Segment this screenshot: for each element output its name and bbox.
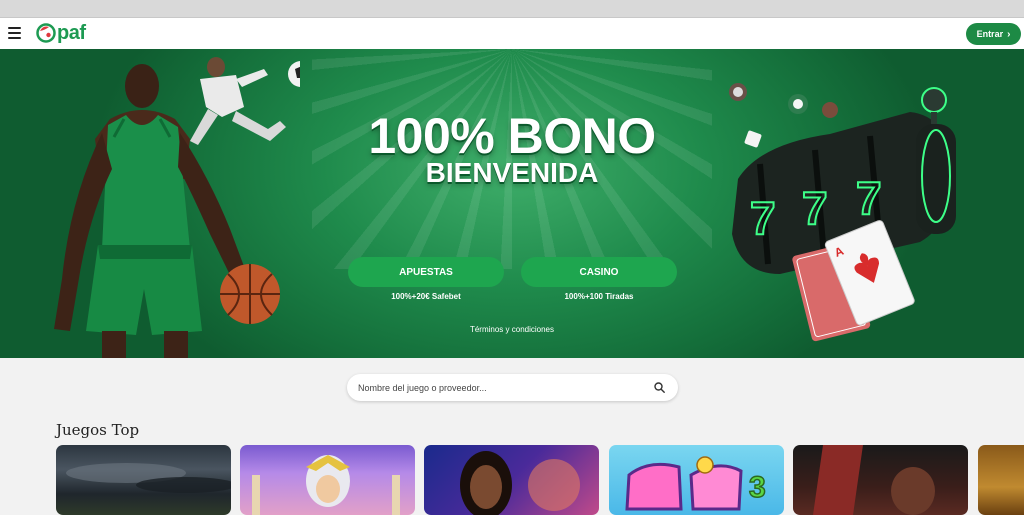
hamburger-menu-icon[interactable]: [8, 27, 21, 39]
apuestas-offer-text: 100%+20€ Safebet: [391, 292, 461, 301]
game-search-bar[interactable]: [347, 374, 678, 401]
slot-machine-illustration: 7 7 7 A: [729, 83, 956, 342]
svg-text:7: 7: [856, 172, 882, 224]
browser-top-strip: [0, 0, 1024, 18]
svg-text:7: 7: [802, 182, 828, 234]
top-games-heading: Juegos Top: [56, 421, 140, 439]
site-header: paf Entrar ›: [0, 18, 1024, 49]
game-tile-5[interactable]: [793, 445, 968, 515]
casino-offer-text: 100%+100 Tiradas: [564, 292, 634, 301]
svg-text:7: 7: [750, 192, 776, 244]
game-tile-1[interactable]: [56, 445, 231, 515]
terms-link[interactable]: Términos y condiciones: [0, 325, 1024, 334]
game-tile-1-art: [66, 463, 231, 493]
apuestas-button[interactable]: APUESTAS: [348, 257, 504, 287]
search-icon[interactable]: [654, 382, 665, 393]
enter-button[interactable]: Entrar ›: [966, 23, 1021, 45]
welcome-bonus-banner[interactable]: 100% BONO BIENVENIDA 7 7 7 A APUESTAS 10…: [0, 49, 1024, 358]
basketball-player-illustration: [54, 57, 300, 358]
svg-text:3: 3: [749, 471, 766, 504]
paf-logo-icon: [36, 23, 56, 43]
casino-button[interactable]: CASINO: [521, 257, 677, 287]
logo-text: paf: [57, 22, 86, 44]
chevron-right-icon: ›: [1007, 28, 1011, 40]
game-tile-4-art: 3: [625, 456, 766, 511]
game-tile-2[interactable]: [240, 445, 415, 515]
search-input[interactable]: [347, 382, 637, 393]
paf-logo[interactable]: paf: [36, 23, 86, 43]
game-tile-3-art: [460, 451, 580, 515]
game-tile-2-art: [252, 455, 400, 515]
game-tile-6[interactable]: [978, 445, 1024, 515]
game-tile-4[interactable]: 3: [609, 445, 784, 515]
game-tile-5-art: [813, 445, 935, 515]
game-tile-3[interactable]: [424, 445, 599, 515]
enter-button-label: Entrar: [976, 29, 1004, 39]
